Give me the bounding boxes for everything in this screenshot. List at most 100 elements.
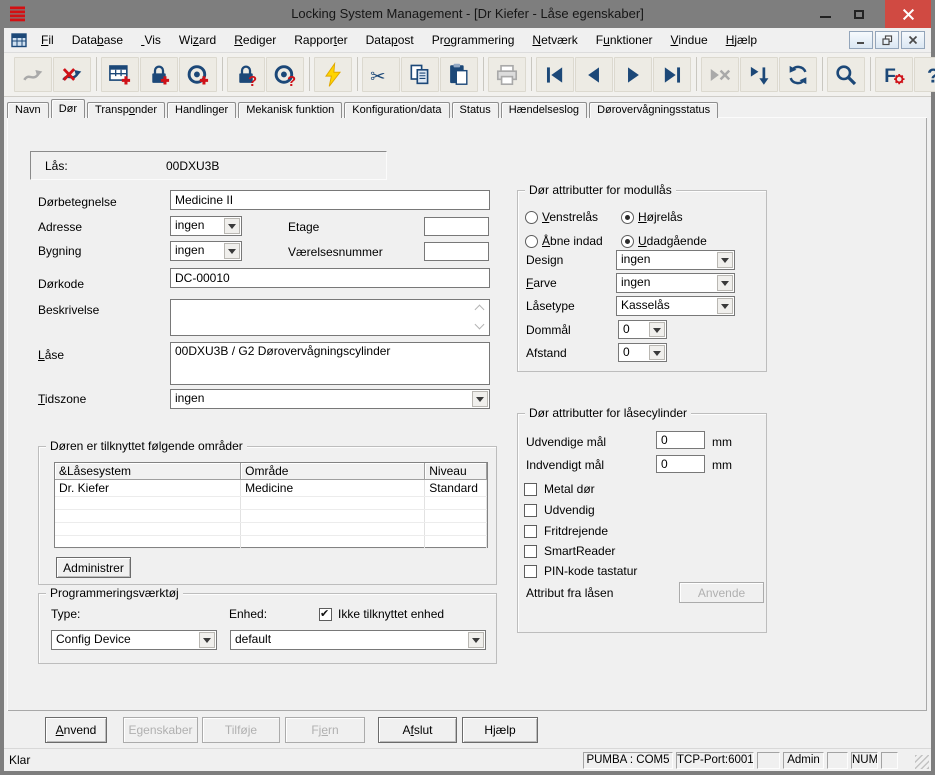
close-button[interactable] [885,0,931,28]
jump-button[interactable] [14,57,52,92]
chevron-down-icon[interactable] [224,243,240,259]
color-select[interactable]: ingen [616,273,735,293]
chevron-down-icon[interactable] [717,298,733,314]
locks-textarea[interactable]: 00DXU3B / G2 Dørovervågningscylinder [170,342,490,385]
apply-attributes-button[interactable]: Anvende [679,582,764,603]
chevron-down-icon[interactable] [199,632,215,648]
no-device-checkbox[interactable] [319,608,332,621]
column-header-omrade[interactable]: Område [241,463,425,480]
areas-table[interactable]: &LåsesystemOmrådeNiveauDr. KieferMedicin… [54,462,488,548]
menu-netvaerk[interactable]: Netværk [523,28,586,52]
menu-programmering[interactable]: Programmering [423,28,524,52]
read-transponder-button[interactable]: ? [266,57,304,92]
chevron-down-icon[interactable] [717,275,733,291]
chevron-down-icon[interactable] [468,632,484,648]
copy-button[interactable] [401,57,439,92]
read-lock-button[interactable]: ? [227,57,265,92]
tab-dorovervagningsstatus[interactable]: Dørovervågningsstatus [589,102,718,118]
menu-hjaelp[interactable]: Hjælp [717,28,766,52]
left-lock-radio[interactable] [525,211,538,224]
mdi-child-icon[interactable] [11,32,28,49]
prev-record-button[interactable] [575,57,613,92]
new-transponder-button[interactable] [179,57,217,92]
programming-type-select[interactable]: Config Device [51,630,217,650]
goto-record-button[interactable] [740,57,778,92]
tilfoje-button[interactable]: Tilføje [202,717,280,743]
last-record-button[interactable] [653,57,691,92]
building-select[interactable]: ingen [170,241,242,261]
chevron-down-icon[interactable] [717,252,733,268]
backset-select[interactable]: 0 [618,320,667,339]
fjern-button[interactable]: Fjern [285,717,365,743]
resize-grip[interactable] [915,755,929,769]
chevron-down-icon[interactable] [224,218,240,234]
right-lock-radio[interactable] [621,211,634,224]
device-select[interactable]: default [230,630,486,650]
afslut-button[interactable]: Afslut [378,717,457,743]
metal-dor-checkbox[interactable] [524,483,537,496]
room-number-input[interactable] [424,242,489,261]
menu-funktioner[interactable]: Funktioner [587,28,662,52]
tab-status[interactable]: Status [452,102,499,118]
mdi-minimize-button[interactable] [849,31,873,49]
hjaelp-button[interactable]: Hjælp [462,717,538,743]
door-name-input[interactable] [170,190,490,210]
mdi-restore-button[interactable] [875,31,899,49]
tab-konfiguration-data[interactable]: Konfiguration/data [344,102,449,118]
timezone-select[interactable]: ingen [170,389,490,409]
cut-button[interactable]: ✂ [362,57,400,92]
door-code-input[interactable] [170,268,490,288]
administer-button[interactable]: Administrer [56,557,131,578]
description-textarea[interactable] [170,299,490,336]
first-record-button[interactable] [536,57,574,92]
new-lock-button[interactable] [140,57,178,92]
distance-select[interactable]: 0 [618,343,667,362]
design-select[interactable]: ingen [616,250,735,270]
table-row[interactable]: Dr. KieferMedicineStandard [55,480,487,497]
tab-haendelseslog[interactable]: Hændelseslog [501,102,587,118]
minimize-button[interactable] [811,0,839,28]
menu-wizard[interactable]: Wizard [170,28,225,52]
menu-rapporter[interactable]: Rapporter [285,28,356,52]
next-record-button[interactable] [614,57,652,92]
fritdrejende-checkbox[interactable] [524,525,537,538]
menu-datapost[interactable]: Datapost [357,28,423,52]
anvend-button[interactable]: Anvend [45,717,107,743]
menu-rediger[interactable]: Rediger [225,28,285,52]
address-select[interactable]: ingen [170,216,242,236]
pin-kode-tastatur-checkbox[interactable] [524,565,537,578]
floor-input[interactable] [424,217,489,236]
lock-type-select[interactable]: Kasselås [616,296,735,316]
outward-radio[interactable] [621,235,634,248]
maximize-button[interactable] [845,0,873,28]
open-inward-radio[interactable] [525,235,538,248]
menu-fil[interactable]: Fil [32,28,63,52]
delete-record-button[interactable] [53,57,91,92]
chevron-down-icon[interactable] [649,322,665,337]
program-button[interactable] [314,57,352,92]
menu-vindue[interactable]: Vindue [662,28,717,52]
mdi-close-button[interactable] [901,31,925,49]
tab-transponder[interactable]: Transponder [87,102,165,118]
cancel-navigation-button[interactable] [701,57,739,92]
paste-button[interactable] [440,57,478,92]
column-header-lasesystem[interactable]: &Låsesystem [55,463,241,480]
egenskaber-button[interactable]: Egenskaber [123,717,198,743]
refresh-button[interactable] [779,57,817,92]
chevron-down-icon[interactable] [472,391,488,407]
functions-button[interactable]: F [875,57,913,92]
tab-dor[interactable]: Dør [51,99,85,118]
tab-mekanisk-funktion[interactable]: Mekanisk funktion [238,102,342,118]
menu-database[interactable]: Database [63,28,132,52]
tab-handlinger[interactable]: Handlinger [167,102,236,118]
chevron-down-icon[interactable] [649,345,665,360]
print-button[interactable] [488,57,526,92]
new-locking-system-button[interactable] [101,57,139,92]
menu-vis[interactable]: Vis [132,28,170,52]
tab-navn[interactable]: Navn [7,102,49,118]
smartreader-checkbox[interactable] [524,545,537,558]
udvendig-checkbox[interactable] [524,504,537,517]
column-header-niveau[interactable]: Niveau [425,463,487,480]
search-button[interactable] [827,57,865,92]
help-button[interactable]: ? [914,57,935,92]
